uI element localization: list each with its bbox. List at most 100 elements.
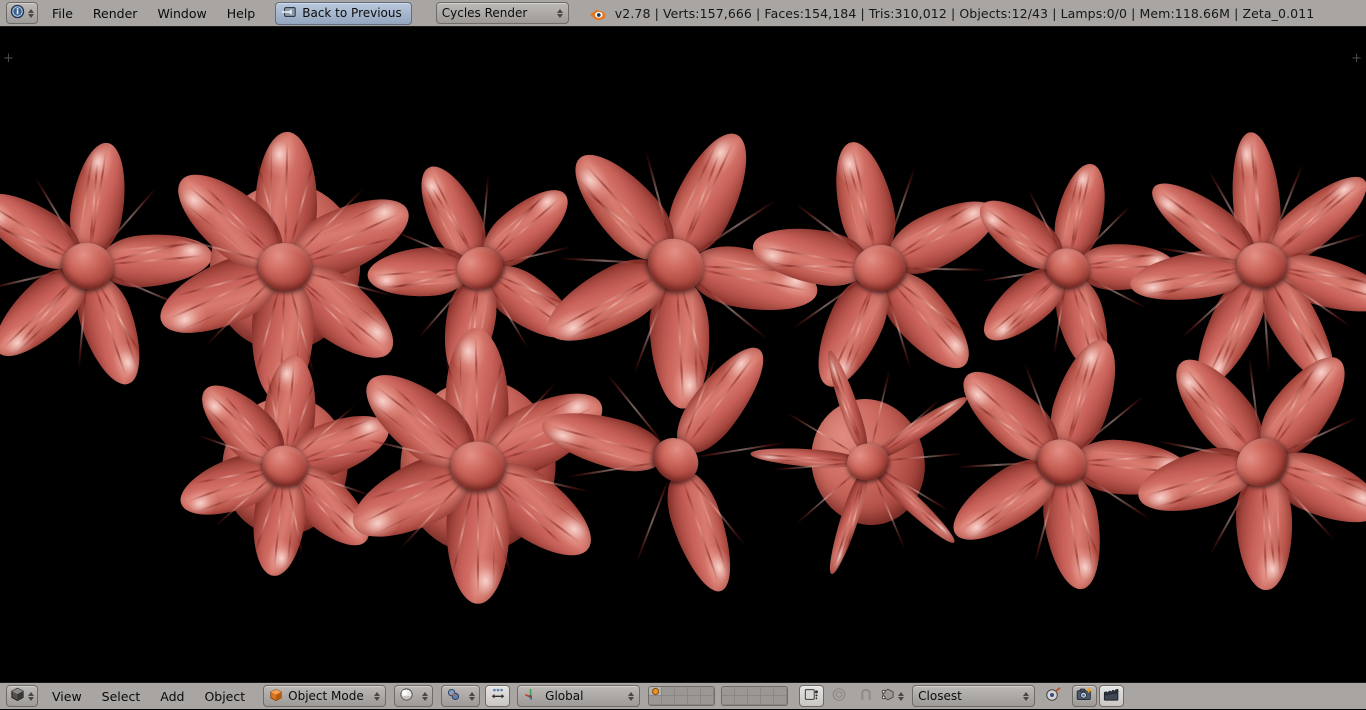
scene-statistics: v2.78 | Verts:157,666 | Faces:154,184 | …: [614, 5, 1315, 21]
layer-cell[interactable]: [774, 696, 788, 705]
layer-cell[interactable]: [735, 687, 749, 696]
chevron-updown-icon: [469, 691, 476, 701]
proportional-edit-button[interactable]: [799, 685, 825, 707]
snap-vertex-icon: [880, 687, 896, 705]
menu-help[interactable]: Help: [217, 0, 266, 27]
menu-render[interactable]: Render: [83, 0, 148, 27]
snap-magnet-button[interactable]: [853, 685, 878, 707]
render-animation-clapper-icon: [1103, 687, 1120, 705]
snap-target-label: Closest: [918, 689, 962, 703]
manipulator-toggle-button[interactable]: [485, 685, 511, 707]
layer-cell[interactable]: [675, 687, 689, 696]
layer-cell[interactable]: [662, 687, 676, 696]
layer-cell[interactable]: [722, 687, 736, 696]
layer-column[interactable]: [688, 687, 702, 705]
menu-add[interactable]: Add: [150, 683, 194, 710]
render-engine-label: Cycles Render: [441, 6, 528, 20]
layer-cell[interactable]: [675, 696, 689, 705]
layer-column[interactable]: [649, 687, 663, 705]
layer-cell[interactable]: [735, 696, 749, 705]
snap-align-rotation-button[interactable]: [1040, 685, 1065, 707]
menu-object[interactable]: Object: [194, 683, 255, 710]
falloff-smooth-icon: [831, 687, 847, 705]
layer-column[interactable]: [675, 687, 689, 705]
layer-column[interactable]: [662, 687, 676, 705]
view3d-editor-type-selector[interactable]: [6, 685, 38, 707]
viewport-corner-marker-topright: +: [1351, 51, 1362, 66]
3d-viewport[interactable]: + +: [0, 27, 1366, 682]
editor-type-selector[interactable]: [6, 2, 38, 24]
back-to-previous-label: Back to Previous: [302, 6, 402, 20]
render-image-button[interactable]: [1072, 685, 1098, 707]
flower-crease: [635, 478, 670, 564]
editor-type-spinner-icon: [28, 8, 34, 18]
back-to-previous-button[interactable]: Back to Previous: [275, 1, 412, 25]
snap-align-rotation-icon: [1044, 686, 1061, 706]
snap-target-dropdown[interactable]: Closest: [912, 685, 1036, 707]
layer-column[interactable]: [761, 687, 775, 705]
menu-window[interactable]: Window: [147, 0, 216, 27]
layer-column[interactable]: [701, 687, 715, 705]
shading-solid-sphere-icon: [399, 687, 414, 705]
menu-view[interactable]: View: [42, 683, 92, 710]
transform-orientation-dropdown[interactable]: Global: [517, 685, 641, 707]
axis-gizmo-icon: [523, 687, 538, 705]
chevron-updown-icon: [898, 691, 905, 701]
layer-cell[interactable]: [722, 696, 736, 705]
chevron-updown-icon: [422, 691, 429, 701]
layer-cell[interactable]: [688, 687, 702, 696]
layer-block-a[interactable]: [648, 686, 716, 706]
menu-select[interactable]: Select: [92, 683, 151, 710]
blender-window: File Render Window Help Back to Previous…: [0, 0, 1366, 709]
layer-occupied-dot: [652, 689, 658, 694]
layer-column[interactable]: [748, 687, 762, 705]
layer-cell[interactable]: [761, 687, 775, 696]
info-editor-header: File Render Window Help Back to Previous…: [0, 0, 1366, 27]
pivot-median-point-icon: [446, 687, 461, 705]
view3d-editor-spinner-icon: [28, 691, 34, 701]
pivot-point-dropdown[interactable]: [441, 685, 481, 707]
transform-orientation-label: Global: [545, 689, 584, 703]
layer-cell[interactable]: [761, 696, 775, 705]
snap-element-button[interactable]: [880, 685, 905, 707]
layer-cell[interactable]: [748, 687, 762, 696]
magnet-icon: [858, 687, 874, 705]
flower-petal: [535, 400, 670, 481]
layer-cell[interactable]: [649, 696, 663, 705]
view3d-editor-icon: [10, 687, 25, 705]
chevron-updown-icon: [628, 691, 635, 701]
chevron-updown-icon: [556, 8, 563, 18]
render-animation-button[interactable]: [1099, 685, 1125, 707]
proportional-edit-icon: [804, 687, 820, 705]
layer-cell[interactable]: [748, 696, 762, 705]
object-mode-cube-icon: [269, 688, 283, 705]
render-still-camera-icon: [1076, 687, 1093, 705]
viewport-corner-marker-topleft: +: [3, 51, 14, 66]
chevron-updown-icon: [1023, 691, 1030, 701]
render-engine-dropdown[interactable]: Cycles Render: [435, 2, 569, 24]
layer-cell[interactable]: [688, 696, 702, 705]
layer-cell[interactable]: [662, 696, 676, 705]
interaction-mode-dropdown[interactable]: Object Mode: [263, 685, 387, 707]
manipulator-widget-icon: [490, 687, 506, 705]
back-arrow-icon: [281, 5, 297, 22]
chevron-updown-icon: [374, 691, 381, 701]
layer-column[interactable]: [735, 687, 749, 705]
view3d-header: View Select Add Object Object Mode Globa…: [0, 682, 1366, 709]
menu-file[interactable]: File: [42, 0, 83, 27]
layer-cell[interactable]: [649, 687, 663, 696]
viewport-shading-dropdown[interactable]: [394, 685, 434, 707]
layer-cell[interactable]: [701, 687, 715, 696]
info-editor-icon: [10, 4, 25, 22]
flower-petal: [657, 464, 745, 599]
flower-petal: [1234, 473, 1295, 592]
scene-layers[interactable]: [648, 686, 794, 706]
layer-block-b[interactable]: [721, 686, 789, 706]
layer-column[interactable]: [774, 687, 788, 705]
layer-cell[interactable]: [774, 687, 788, 696]
interaction-mode-label: Object Mode: [288, 689, 364, 703]
proportional-falloff-button[interactable]: [826, 685, 851, 707]
layer-cell[interactable]: [701, 696, 715, 705]
blender-logo-icon: [587, 4, 607, 22]
layer-column[interactable]: [722, 687, 736, 705]
